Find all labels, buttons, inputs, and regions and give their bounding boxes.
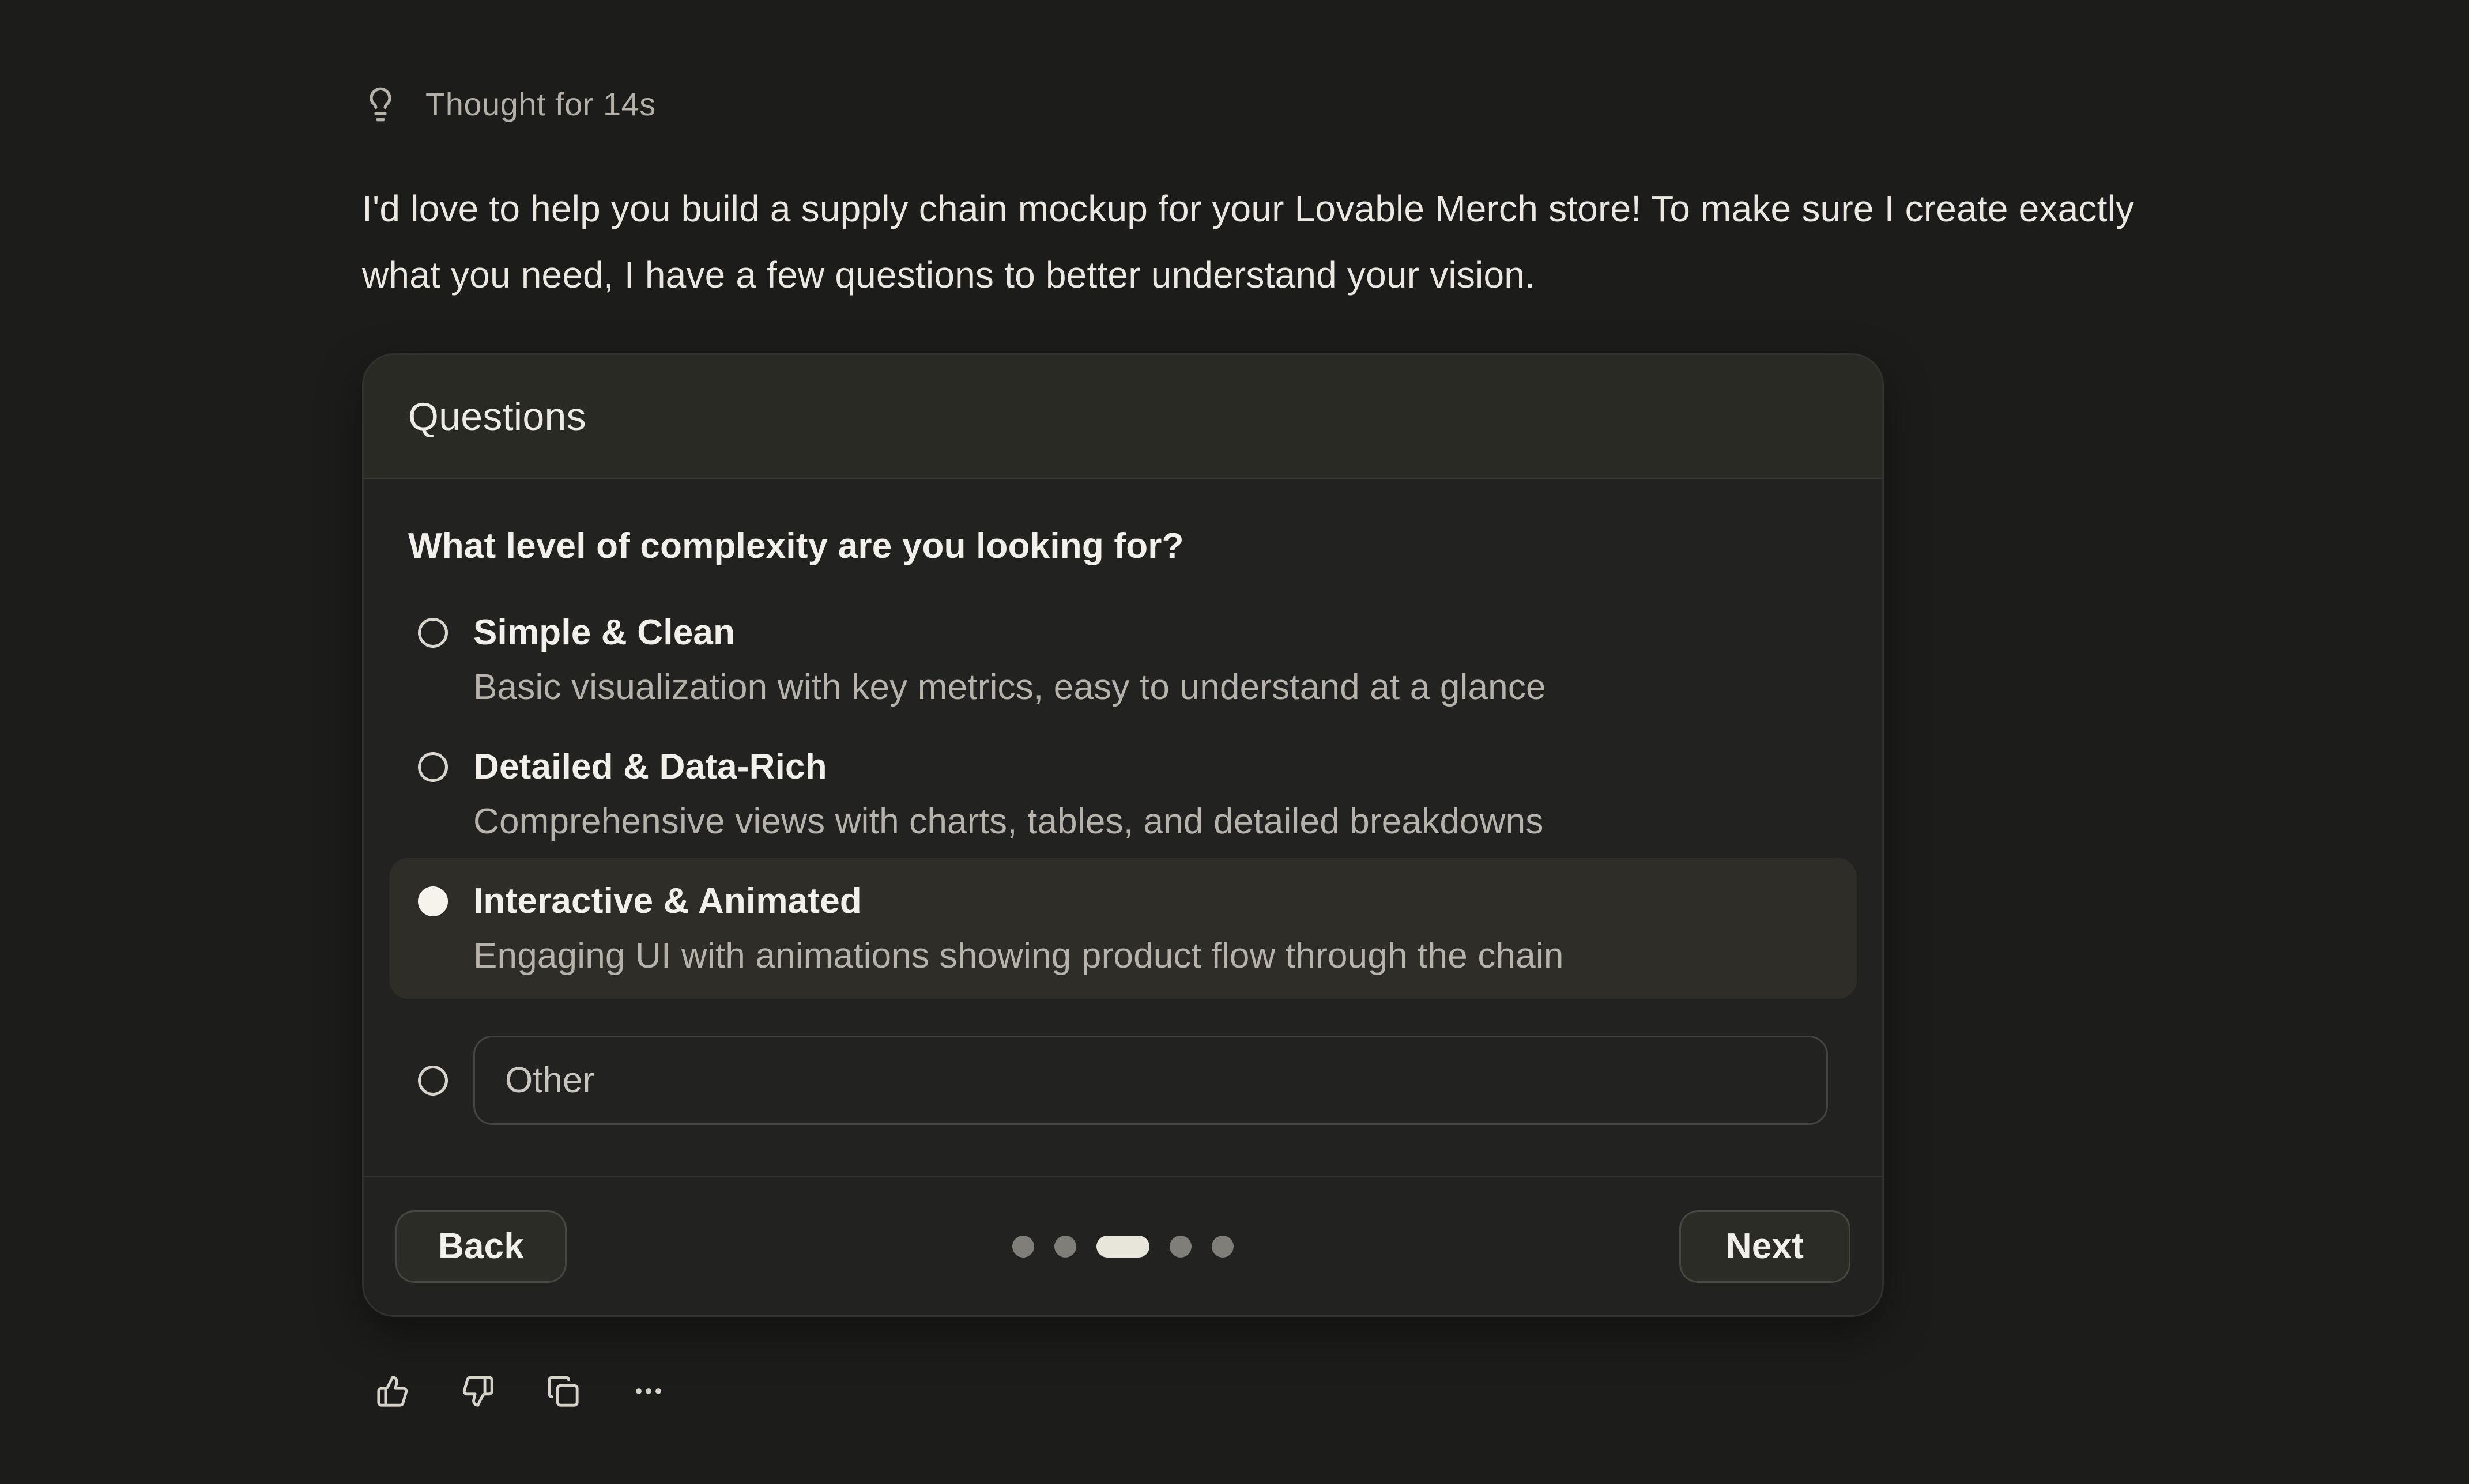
thumbs-up-button[interactable] [376, 1375, 409, 1408]
option-title: Simple & Clean [473, 605, 1546, 660]
option-description: Engaging UI with animations showing prod… [473, 928, 1564, 983]
other-input[interactable] [473, 1036, 1828, 1125]
next-button[interactable]: Next [1679, 1210, 1850, 1283]
option-description: Basic visualization with key metrics, ea… [473, 660, 1546, 715]
copy-icon [546, 1375, 580, 1408]
thumbs-down-button[interactable] [461, 1375, 495, 1408]
option-title: Detailed & Data-Rich [473, 739, 1544, 794]
radio-unselected-icon[interactable] [418, 618, 448, 648]
thought-label: Thought for 14s [425, 85, 656, 123]
ellipsis-icon [632, 1375, 665, 1408]
questions-card: Questions What level of complexity are y… [362, 353, 1884, 1317]
back-button[interactable]: Back [395, 1210, 567, 1283]
radio-selected-icon[interactable] [418, 886, 448, 916]
chat-page: Thought for 14s I'd love to help you bui… [0, 0, 2469, 1484]
card-header: Questions [364, 355, 1882, 479]
thought-header[interactable]: Thought for 14s [362, 85, 2469, 123]
thumbs-up-icon [376, 1375, 409, 1408]
assistant-message-text: I'd love to help you build a supply chai… [362, 176, 2201, 308]
pagination-dot [1012, 1236, 1034, 1258]
lightbulb-icon [362, 86, 399, 123]
card-title: Questions [408, 394, 586, 439]
pagination-dot [1170, 1236, 1192, 1258]
card-footer: Back Next [364, 1176, 1882, 1315]
option-title: Interactive & Animated [473, 874, 1564, 928]
thumbs-down-icon [461, 1375, 495, 1408]
pagination-dots [1012, 1236, 1234, 1258]
options-list: Simple & Clean Basic visualization with … [389, 605, 1857, 1125]
card-body: What level of complexity are you looking… [364, 479, 1882, 1176]
copy-button[interactable] [546, 1375, 580, 1408]
pagination-dot-active [1096, 1236, 1149, 1258]
option-row-interactive-animated[interactable]: Interactive & Animated Engaging UI with … [389, 858, 1857, 999]
pagination-dot [1212, 1236, 1234, 1258]
pagination-dot [1054, 1236, 1076, 1258]
message-actions-bar [376, 1375, 2469, 1408]
question-text: What level of complexity are you looking… [408, 526, 1857, 567]
radio-unselected-icon[interactable] [418, 752, 448, 782]
option-row-simple-clean[interactable]: Simple & Clean Basic visualization with … [389, 605, 1857, 715]
more-options-button[interactable] [632, 1375, 665, 1408]
option-row-other[interactable] [389, 1036, 1857, 1125]
option-description: Comprehensive views with charts, tables,… [473, 794, 1544, 849]
option-row-detailed-data-rich[interactable]: Detailed & Data-Rich Comprehensive views… [389, 739, 1857, 849]
radio-unselected-icon[interactable] [418, 1066, 448, 1096]
